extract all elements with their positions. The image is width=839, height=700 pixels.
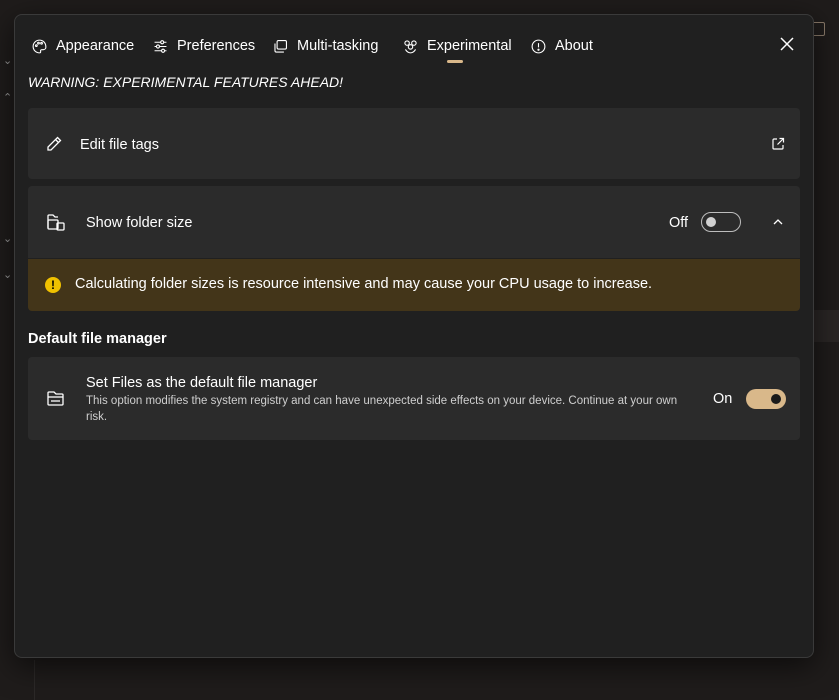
folder-icon	[47, 391, 64, 406]
divider	[34, 660, 35, 700]
folder-size-warning: ! Calculating folder sizes is resource i…	[28, 259, 800, 311]
folder-size-warning-text: Calculating folder sizes is resource int…	[75, 276, 653, 292]
show-folder-size-card[interactable]: Show folder size Off	[28, 186, 800, 258]
default-file-manager-description: This option modifies the system registry…	[86, 395, 678, 423]
settings-dialog: Appearance Preferences Multi-tasking Exp…	[14, 14, 814, 658]
default-file-manager-label: Set Files as the default file manager	[86, 375, 318, 391]
tab-label: Multi-tasking	[297, 38, 379, 54]
folder-size-icon	[47, 214, 65, 231]
windows-icon	[274, 39, 288, 53]
tab-appearance[interactable]: Appearance	[31, 35, 134, 57]
tab-preferences[interactable]: Preferences	[152, 35, 255, 57]
folder-size-state: Off	[669, 215, 689, 231]
close-icon[interactable]	[779, 36, 795, 52]
toggle-knob	[771, 394, 781, 404]
default-manager-toggle[interactable]	[746, 389, 786, 409]
selected-tab-indicator	[447, 60, 463, 63]
toggle-knob	[706, 217, 716, 227]
settings-tabs: Appearance Preferences Multi-tasking Exp…	[15, 15, 813, 75]
tab-label: About	[555, 38, 593, 54]
sliders-icon	[154, 39, 167, 53]
edit-file-tags-card[interactable]: Edit file tags	[28, 108, 800, 179]
background-row	[813, 310, 839, 342]
default-manager-state: On	[713, 391, 733, 407]
pencil-icon	[47, 136, 62, 151]
tab-about[interactable]: About	[530, 35, 593, 57]
info-icon	[531, 39, 546, 53]
chevron-up-icon[interactable]	[772, 216, 784, 228]
experimental-warning: WARNING: EXPERIMENTAL FEATURES AHEAD!	[28, 74, 344, 90]
show-folder-size-label: Show folder size	[86, 215, 193, 231]
flask-icon	[404, 39, 417, 53]
edit-file-tags-label: Edit file tags	[80, 137, 159, 153]
tab-experimental[interactable]: Experimental	[402, 35, 512, 57]
tab-label: Experimental	[427, 38, 512, 54]
tab-multi-tasking[interactable]: Multi-tasking	[272, 35, 378, 57]
warning-icon: !	[45, 277, 61, 293]
open-external-icon[interactable]	[771, 137, 785, 151]
palette-icon	[32, 39, 47, 53]
folder-size-toggle[interactable]	[701, 212, 741, 232]
default-file-manager-card[interactable]: Set Files as the default file manager Th…	[28, 357, 800, 440]
tab-label: Preferences	[177, 38, 256, 54]
tab-label: Appearance	[56, 38, 135, 54]
section-title: Default file manager	[28, 331, 167, 347]
